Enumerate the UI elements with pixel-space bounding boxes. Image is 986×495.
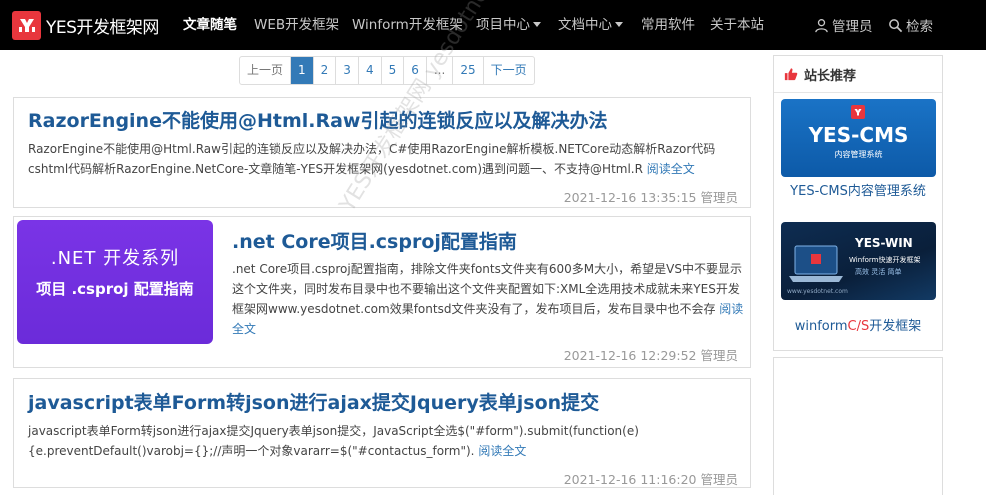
page-button[interactable]: 25 [453, 57, 484, 84]
yes-cms-link[interactable]: YES-CMS内容管理系统 [774, 180, 942, 199]
article-title[interactable]: .net Core项目.csproj配置指南 [232, 227, 517, 254]
sidebar-panel-empty [773, 357, 943, 495]
article-date: 2021-12-16 11:16:20 [563, 472, 697, 487]
caption-part: C/S [847, 319, 870, 334]
search-label: 检索 [906, 19, 933, 35]
article-card: .NET 开发系列 项目 .csproj 配置指南 .net Core项目.cs… [13, 216, 751, 368]
page-button[interactable]: 1 [291, 57, 314, 84]
yes-win-banner[interactable]: YES-WIN Winform快速开发框架 高效 灵活 简单 www.yesdo… [781, 222, 936, 300]
page-button[interactable]: 3 [336, 57, 359, 84]
nav-item-docs-label: 文档中心 [558, 17, 612, 33]
article-excerpt: javascript表单Form转json进行ajax提交Jquery表单jso… [28, 421, 733, 461]
article-meta: 2021-12-16 13:35:15 管理员 [564, 187, 738, 206]
page-button[interactable]: 2 [314, 57, 337, 84]
user-menu[interactable]: 管理员 [814, 0, 873, 50]
article-title[interactable]: RazorEngine不能使用@Html.Raw引起的连锁反应以及解决办法 [28, 106, 607, 133]
brand-logo-icon [851, 105, 865, 119]
search-link[interactable]: 检索 [888, 0, 933, 50]
page-button[interactable]: 6 [404, 57, 427, 84]
winform-framework-link[interactable]: winformC/S开发框架 [774, 315, 942, 334]
article-excerpt-text: RazorEngine不能使用@Html.Raw引起的连锁反应以及解决办法，C#… [28, 142, 716, 176]
site-brand[interactable]: YES开发框架网 [12, 10, 159, 40]
thumbs-up-icon [784, 68, 798, 81]
thumbnail-line-1: .NET 开发系列 [50, 248, 180, 269]
page-button[interactable]: 4 [359, 57, 382, 84]
user-icon [815, 18, 828, 32]
search-icon [889, 18, 903, 32]
article-excerpt: .net Core项目.csproj配置指南，排除文件夹fonts文件夹有600… [232, 259, 744, 339]
article-author: 管理员 [700, 348, 738, 363]
yes-cms-banner[interactable]: YES-CMS 内容管理系统 [781, 99, 936, 177]
nav-item-about[interactable]: 关于本站 [710, 0, 764, 50]
article-author: 管理员 [700, 472, 738, 487]
pagination: 上一页 1 2 3 4 5 6 ... 25 下一页 [239, 56, 535, 85]
next-page-button[interactable]: 下一页 [484, 57, 534, 84]
brand-name: YES开发框架网 [46, 17, 159, 38]
page-button[interactable]: 5 [382, 57, 405, 84]
article-meta: 2021-12-16 12:29:52 管理员 [564, 345, 738, 364]
recommend-header: 站长推荐 [774, 56, 942, 93]
read-more-link[interactable]: 阅读全文 [647, 162, 695, 176]
banner-url: www.yesdotnet.com [787, 288, 848, 295]
thumbnail-line-2: 项目 .csproj 配置指南 [36, 280, 194, 298]
caption-part: 开发框架 [869, 319, 922, 334]
article-author: 管理员 [700, 190, 738, 205]
read-more-link[interactable]: 阅读全文 [478, 444, 526, 458]
recommend-panel: 站长推荐 YES-CMS 内容管理系统 YES-CMS内容管理系统 YES-WI… [773, 55, 943, 351]
banner-title: YES-WIN [855, 236, 913, 250]
article-thumbnail[interactable]: .NET 开发系列 项目 .csproj 配置指南 [17, 220, 213, 344]
article-date: 2021-12-16 12:29:52 [563, 348, 697, 363]
nav-item-docs[interactable]: 文档中心 [558, 0, 623, 50]
banner-subtitle: Winform快速开发框架 [849, 256, 921, 264]
article-excerpt-text: .net Core项目.csproj配置指南，排除文件夹fonts文件夹有600… [232, 262, 742, 316]
article-title[interactable]: javascript表单Form转json进行ajax提交Jquery表单jso… [28, 388, 599, 415]
page-ellipsis: ... [427, 57, 454, 84]
article-excerpt-text: javascript表单Form转json进行ajax提交Jquery表单jso… [28, 424, 639, 458]
brand-logo-icon [12, 10, 41, 40]
banner-tags: 高效 灵活 简单 [855, 268, 902, 276]
caption-part: winform [794, 319, 848, 334]
article-card: RazorEngine不能使用@Html.Raw引起的连锁反应以及解决办法 Ra… [13, 97, 751, 208]
article-date: 2021-12-16 13:35:15 [563, 190, 697, 205]
nav-item-projects[interactable]: 项目中心 [476, 0, 541, 50]
chevron-down-icon [533, 21, 541, 27]
recommend-title: 站长推荐 [804, 68, 857, 84]
prev-page-button[interactable]: 上一页 [240, 57, 292, 84]
nav-item-winform-framework[interactable]: Winform开发框架 [352, 0, 463, 50]
article-card: javascript表单Form转json进行ajax提交Jquery表单jso… [13, 378, 751, 488]
nav-item-software[interactable]: 常用软件 [641, 0, 695, 50]
chevron-down-icon [615, 21, 623, 27]
nav-item-articles[interactable]: 文章随笔 [183, 0, 237, 50]
user-label: 管理员 [832, 19, 873, 35]
banner-title: YES-CMS [808, 123, 909, 147]
nav-item-projects-label: 项目中心 [476, 17, 530, 33]
banner-subtitle: 内容管理系统 [834, 150, 883, 159]
laptop-icon [789, 245, 843, 282]
top-navbar: YES开发框架网 文章随笔 WEB开发框架 Winform开发框架 项目中心 文… [0, 0, 986, 50]
article-excerpt: RazorEngine不能使用@Html.Raw引起的连锁反应以及解决办法，C#… [28, 139, 733, 179]
article-meta: 2021-12-16 11:16:20 管理员 [564, 469, 738, 488]
nav-item-web-framework[interactable]: WEB开发框架 [254, 0, 339, 50]
